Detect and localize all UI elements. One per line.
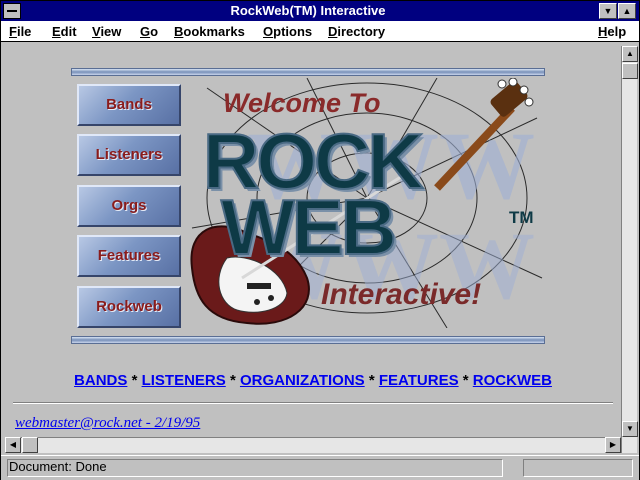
link-organizations[interactable]: ORGANIZATIONS bbox=[240, 372, 365, 389]
menu-directory[interactable]: Directory bbox=[328, 24, 385, 39]
web-logo-text: WEB bbox=[220, 183, 398, 271]
menu-bookmarks[interactable]: Bookmarks bbox=[174, 24, 245, 39]
link-separator: * bbox=[368, 372, 375, 389]
link-separator: * bbox=[462, 372, 469, 389]
window-title: RockWeb(TM) Interactive bbox=[230, 3, 386, 18]
nav-button-rockweb[interactable]: Rockweb bbox=[77, 286, 181, 328]
scroll-down-button[interactable]: ▼ bbox=[622, 421, 638, 437]
nav-button-features[interactable]: Features bbox=[77, 235, 181, 277]
menu-edit[interactable]: Edit bbox=[52, 24, 77, 39]
nav-button-orgs[interactable]: Orgs bbox=[77, 185, 181, 227]
welcome-to-text: Welcome To bbox=[223, 88, 381, 118]
banner-top-bar bbox=[71, 68, 545, 76]
system-menu-button[interactable] bbox=[3, 3, 21, 19]
scroll-left-button[interactable]: ◀ bbox=[5, 437, 21, 453]
minimize-button[interactable]: ▼ bbox=[599, 3, 617, 19]
status-text: Document: Done bbox=[9, 459, 107, 474]
webmaster-email-link[interactable]: webmaster@rock.net - 2/19/95 bbox=[15, 415, 200, 432]
interactive-text: Interactive! bbox=[321, 278, 482, 311]
horizontal-scrollbar[interactable]: ◀ ▶ bbox=[5, 437, 621, 453]
banner-bottom-bar bbox=[71, 336, 545, 344]
rockweb-banner-image: WWW WWW Welcome To ROCK WEB TM Interacti… bbox=[71, 68, 545, 344]
title-bar[interactable]: RockWeb(TM) Interactive ▼ ▲ bbox=[1, 1, 639, 21]
menu-bar: File Edit View Go Bookmarks Options Dire… bbox=[1, 21, 639, 42]
maximize-icon: ▲ bbox=[622, 6, 632, 16]
progress-indicator bbox=[523, 459, 633, 477]
link-separator: * bbox=[229, 372, 236, 389]
text-link-row: BANDS * LISTENERS * ORGANIZATIONS * FEAT… bbox=[5, 372, 621, 389]
arrow-down-icon: ▼ bbox=[626, 424, 634, 433]
link-rockweb[interactable]: ROCKWEB bbox=[473, 372, 552, 389]
status-bar: Document: Done bbox=[1, 455, 639, 480]
horizontal-scroll-thumb[interactable] bbox=[22, 437, 38, 453]
maximize-button[interactable]: ▲ bbox=[618, 3, 636, 19]
menu-options[interactable]: Options bbox=[263, 24, 312, 39]
link-listeners[interactable]: LISTENERS bbox=[142, 372, 226, 389]
horizontal-rule bbox=[13, 402, 613, 404]
nav-button-bands[interactable]: Bands bbox=[77, 84, 181, 126]
scroll-up-button[interactable]: ▲ bbox=[622, 46, 638, 62]
trademark-text: TM bbox=[509, 208, 534, 227]
arrow-left-icon: ◀ bbox=[9, 440, 17, 449]
minimize-icon: ▼ bbox=[603, 6, 613, 16]
page-content: WWW WWW Welcome To ROCK WEB TM Interacti… bbox=[5, 46, 621, 453]
arrow-right-icon: ▶ bbox=[609, 440, 617, 449]
menu-file[interactable]: File bbox=[9, 24, 31, 39]
arrow-up-icon: ▲ bbox=[626, 49, 634, 58]
vertical-scrollbar[interactable]: ▲ ▼ bbox=[621, 46, 638, 453]
vertical-scroll-thumb[interactable] bbox=[622, 63, 638, 79]
link-separator: * bbox=[131, 372, 138, 389]
menu-view[interactable]: View bbox=[92, 24, 121, 39]
scroll-right-button[interactable]: ▶ bbox=[605, 437, 621, 453]
link-bands[interactable]: BANDS bbox=[74, 372, 127, 389]
menu-help[interactable]: Help bbox=[598, 24, 626, 39]
link-features[interactable]: FEATURES bbox=[379, 372, 459, 389]
menu-go[interactable]: Go bbox=[140, 24, 158, 39]
nav-button-listeners[interactable]: Listeners bbox=[77, 134, 181, 176]
browser-window: RockWeb(TM) Interactive ▼ ▲ File Edit Vi… bbox=[0, 0, 640, 480]
